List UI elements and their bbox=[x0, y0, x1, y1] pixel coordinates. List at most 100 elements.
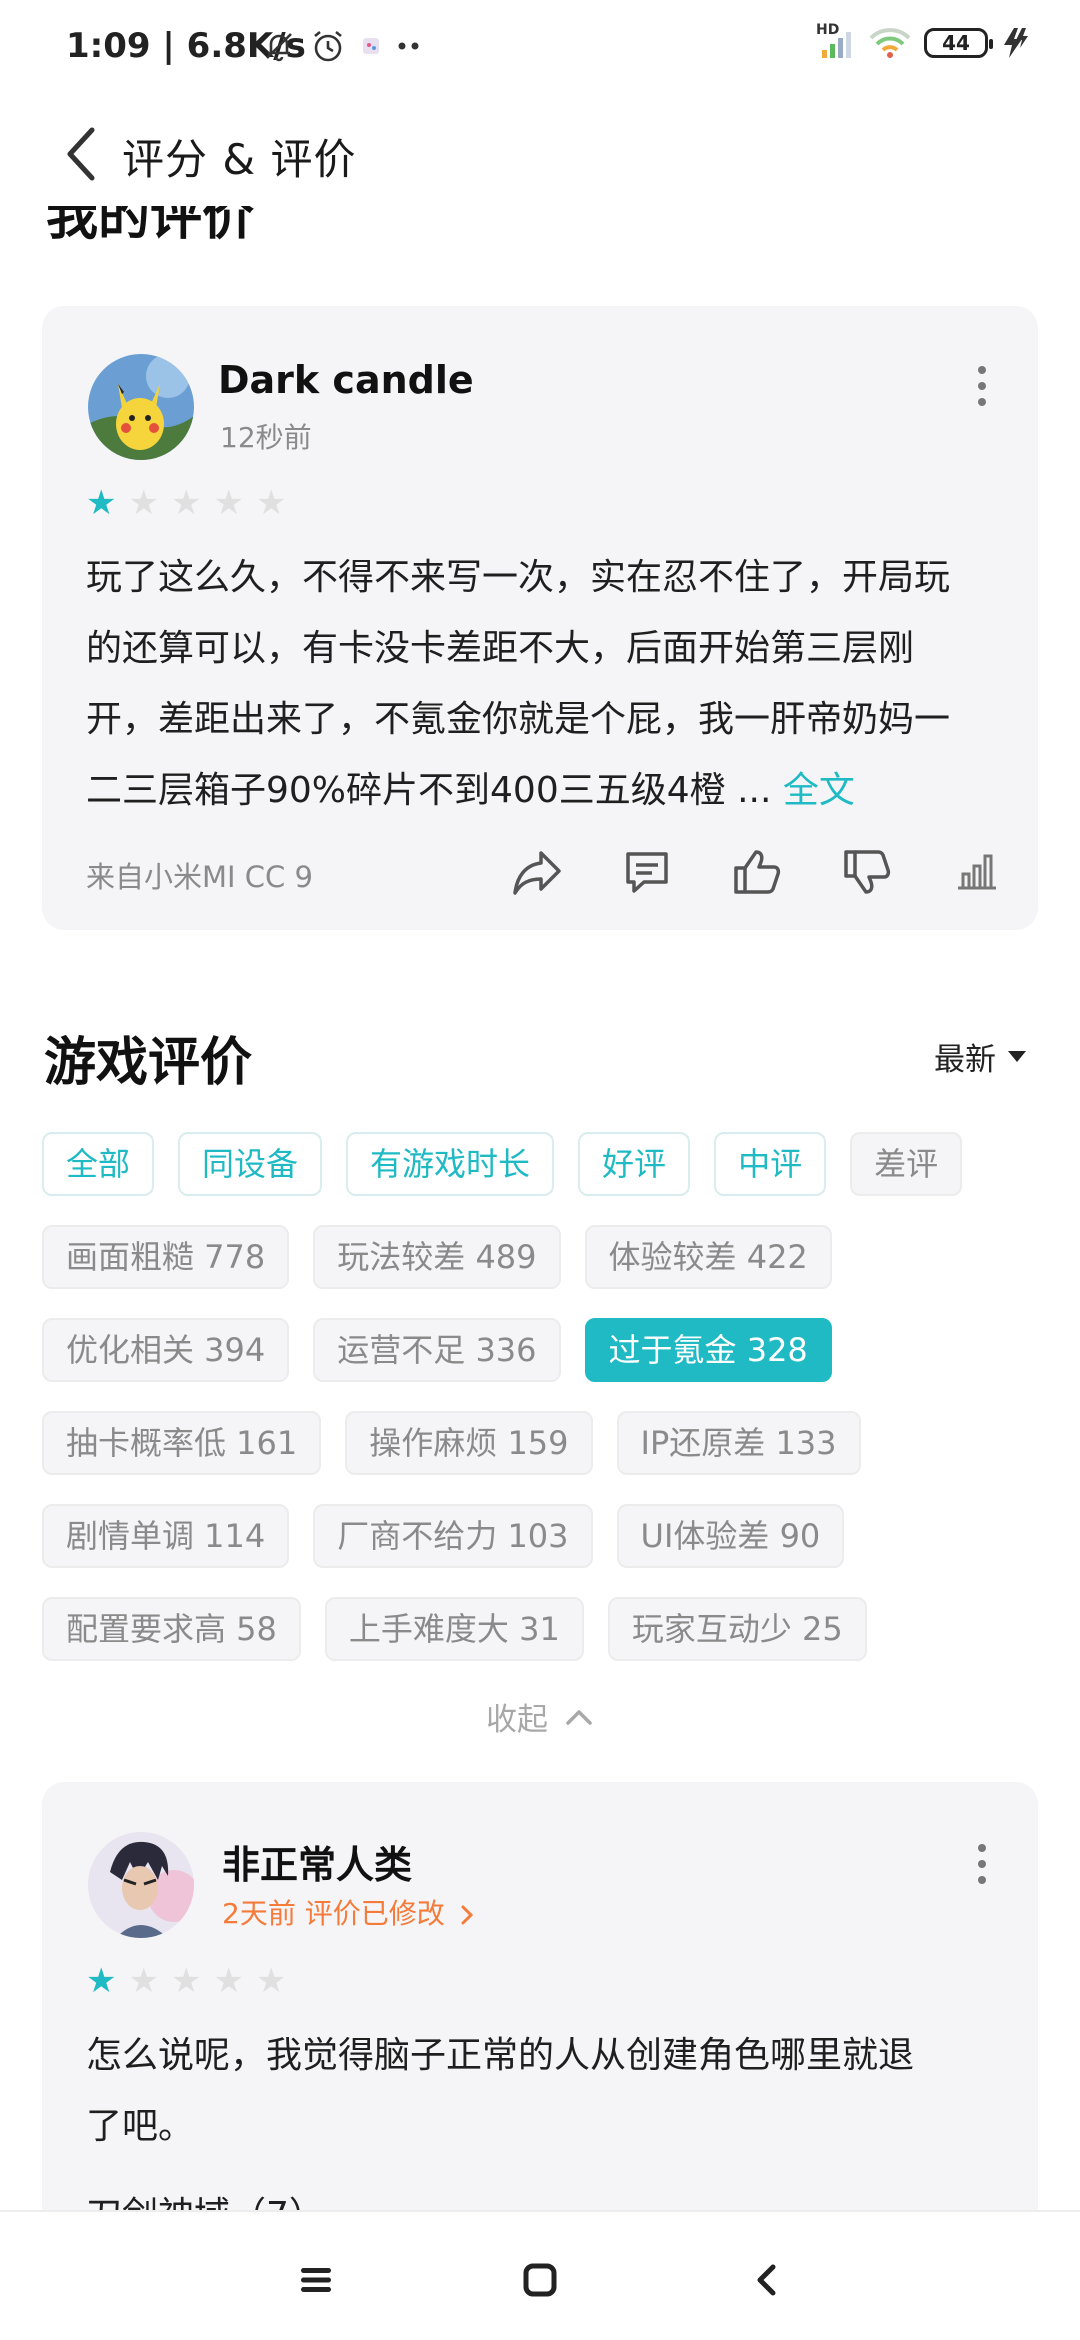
review-line: 二三层箱子90%碎片不到400三五级4橙 ... 全文 bbox=[86, 755, 1006, 826]
comment-button[interactable] bbox=[592, 842, 702, 902]
menu-icon bbox=[301, 2268, 331, 2292]
tag-row: 剧情单调 114 厂商不给力 103 UI体验差 90 bbox=[42, 1504, 845, 1568]
star-icon: ★ bbox=[255, 483, 287, 523]
tag-chip-active[interactable]: 过于氪金 328 bbox=[584, 1318, 832, 1382]
filter-chip-positive[interactable]: 好评 bbox=[578, 1132, 691, 1196]
filter-chip-same-device[interactable]: 同设备 bbox=[178, 1132, 323, 1196]
star-icon: ★ bbox=[86, 1961, 117, 2001]
my-review-section-title-clipped: 我的评价 bbox=[46, 206, 646, 268]
status-bar: 1:09 | 6.8K/s HD 44 bbox=[0, 0, 1080, 96]
page-title: 评分 & 评价 bbox=[122, 135, 357, 184]
dislike-button[interactable] bbox=[812, 842, 922, 902]
tag-row: 配置要求高 58 上手难度大 31 玩家互动少 25 bbox=[42, 1597, 867, 1661]
user-name[interactable]: Dark candle bbox=[218, 358, 474, 402]
battery-level: 44 bbox=[942, 31, 970, 55]
tag-chip[interactable]: 运营不足 336 bbox=[313, 1318, 561, 1382]
tag-chip[interactable]: 厂商不给力 103 bbox=[313, 1504, 593, 1568]
full-text-link[interactable]: 全文 bbox=[783, 770, 855, 811]
signal-icon: HD bbox=[816, 22, 856, 60]
chevron-up-icon bbox=[566, 1709, 592, 1725]
tag-chip[interactable]: 体验较差 422 bbox=[584, 1225, 832, 1289]
collapse-button[interactable]: 收起 bbox=[0, 1694, 1080, 1739]
filter-chip-negative[interactable]: 差评 bbox=[850, 1132, 963, 1196]
share-button[interactable] bbox=[482, 842, 592, 902]
chevron-right-icon bbox=[461, 1905, 473, 1925]
filter-row: 全部 同设备 有游戏时长 好评 中评 差评 bbox=[42, 1132, 963, 1196]
system-navigation-bar bbox=[0, 2210, 1080, 2340]
like-icon bbox=[734, 850, 781, 894]
more-icon[interactable] bbox=[972, 1844, 992, 1884]
tag-row: 抽卡概率低 161 操作麻烦 159 IP还原差 133 bbox=[42, 1411, 861, 1475]
more-icon[interactable] bbox=[972, 366, 992, 406]
my-review-section-title: 我的评价 bbox=[46, 206, 255, 247]
wifi-icon bbox=[869, 28, 911, 58]
star-icon: ★ bbox=[86, 483, 117, 523]
back-icon[interactable] bbox=[58, 124, 108, 184]
my-review-card: Dark candle 12秒前 ★ ★ ★ ★ ★ 玩了这么久，不得不来写一次… bbox=[42, 306, 1038, 930]
tag-chip[interactable]: 剧情单调 114 bbox=[42, 1504, 290, 1568]
review-text[interactable]: 玩了这么久，不得不来写一次，实在忍不住了，开局玩 的还算可以，有卡没卡差距不大，… bbox=[86, 542, 1006, 826]
app-notification-icon bbox=[363, 38, 379, 54]
rating-stars: ★ ★ ★ ★ ★ bbox=[86, 1964, 286, 1998]
sort-label: 最新 bbox=[934, 1042, 996, 1078]
tag-chip[interactable]: 画面粗糙 778 bbox=[42, 1225, 290, 1289]
home-button[interactable] bbox=[510, 2252, 570, 2308]
review-line: 玩了这么久，不得不来写一次，实在忍不住了，开局玩 bbox=[86, 557, 951, 598]
tag-chip[interactable]: 操作麻烦 159 bbox=[345, 1411, 593, 1475]
home-icon bbox=[523, 2263, 557, 2297]
rating-stars: ★ ★ ★ ★ ★ bbox=[86, 486, 286, 520]
star-icon: ★ bbox=[213, 483, 244, 523]
review-line: 的还算可以，有卡没卡差距不大，后面开始第三层刚 bbox=[86, 628, 915, 669]
caret-down-icon bbox=[1008, 1051, 1026, 1062]
star-icon: ★ bbox=[128, 1961, 159, 2001]
avatar[interactable] bbox=[88, 1832, 194, 1938]
back-button[interactable] bbox=[736, 2252, 796, 2308]
status-notification-icons bbox=[262, 28, 422, 64]
charging-icon bbox=[1004, 28, 1028, 58]
star-icon: ★ bbox=[128, 483, 159, 523]
review-meta-text: 2天前 评价已修改 bbox=[222, 1897, 445, 1930]
more-notifications-icon bbox=[398, 42, 419, 50]
filter-chip-playtime[interactable]: 有游戏时长 bbox=[346, 1132, 555, 1196]
review-actions bbox=[482, 842, 1032, 902]
tag-chip[interactable]: 玩家互动少 25 bbox=[607, 1597, 867, 1661]
star-icon: ★ bbox=[170, 483, 202, 523]
star-icon: ★ bbox=[213, 1961, 244, 2001]
back-icon bbox=[757, 2264, 776, 2296]
tag-chip[interactable]: 玩法较差 489 bbox=[313, 1225, 561, 1289]
tag-chip[interactable]: 上手难度大 31 bbox=[324, 1597, 584, 1661]
filter-chip-neutral[interactable]: 中评 bbox=[714, 1132, 827, 1196]
tag-chip[interactable]: UI体验差 90 bbox=[616, 1504, 845, 1568]
review-line-text: 二三层箱子90%碎片不到400三五级4橙 ... bbox=[86, 770, 783, 811]
dislike-icon bbox=[844, 850, 891, 894]
review-line: 怎么说呢，我觉得脑子正常的人从创建角色哪里就退 bbox=[86, 2035, 915, 2076]
tag-chip[interactable]: 抽卡概率低 161 bbox=[42, 1411, 322, 1475]
device-label: 来自小米MI CC 9 bbox=[86, 860, 313, 894]
alarm-icon bbox=[314, 30, 342, 62]
user-name[interactable]: 非正常人类 bbox=[222, 1834, 412, 1889]
review-line: 了吧。 bbox=[86, 2106, 195, 2147]
star-icon: ★ bbox=[255, 1961, 287, 2001]
nav-header: 评分 & 评价 bbox=[0, 96, 1080, 206]
filter-chip-all[interactable]: 全部 bbox=[42, 1132, 155, 1196]
collapse-label: 收起 bbox=[486, 1702, 548, 1738]
star-icon: ★ bbox=[170, 1961, 202, 2001]
comment-icon bbox=[626, 852, 668, 893]
sort-dropdown[interactable]: 最新 bbox=[934, 1034, 1026, 1079]
like-button[interactable] bbox=[702, 842, 812, 902]
review-time: 12秒前 bbox=[220, 421, 312, 454]
tag-row: 画面粗糙 778 玩法较差 489 体验较差 422 bbox=[42, 1225, 832, 1289]
review-line: 开，差距出来了，不氪金你就是个屁，我一肝帝奶妈一 bbox=[86, 699, 951, 740]
menu-button[interactable] bbox=[286, 2252, 346, 2308]
avatar[interactable] bbox=[88, 354, 194, 460]
stats-button[interactable] bbox=[922, 842, 1032, 902]
battery-icon: 44 bbox=[924, 28, 993, 58]
stats-icon bbox=[958, 854, 996, 890]
status-system-icons: HD 44 bbox=[816, 22, 1030, 60]
review-meta[interactable]: 2天前 评价已修改 bbox=[222, 1892, 476, 1932]
share-icon bbox=[513, 851, 561, 895]
tag-chip[interactable]: 优化相关 394 bbox=[42, 1318, 290, 1382]
tag-chip[interactable]: 配置要求高 58 bbox=[42, 1597, 301, 1661]
tag-chip[interactable]: IP还原差 133 bbox=[616, 1411, 861, 1475]
game-reviews-title: 游戏评价 bbox=[44, 1033, 253, 1093]
